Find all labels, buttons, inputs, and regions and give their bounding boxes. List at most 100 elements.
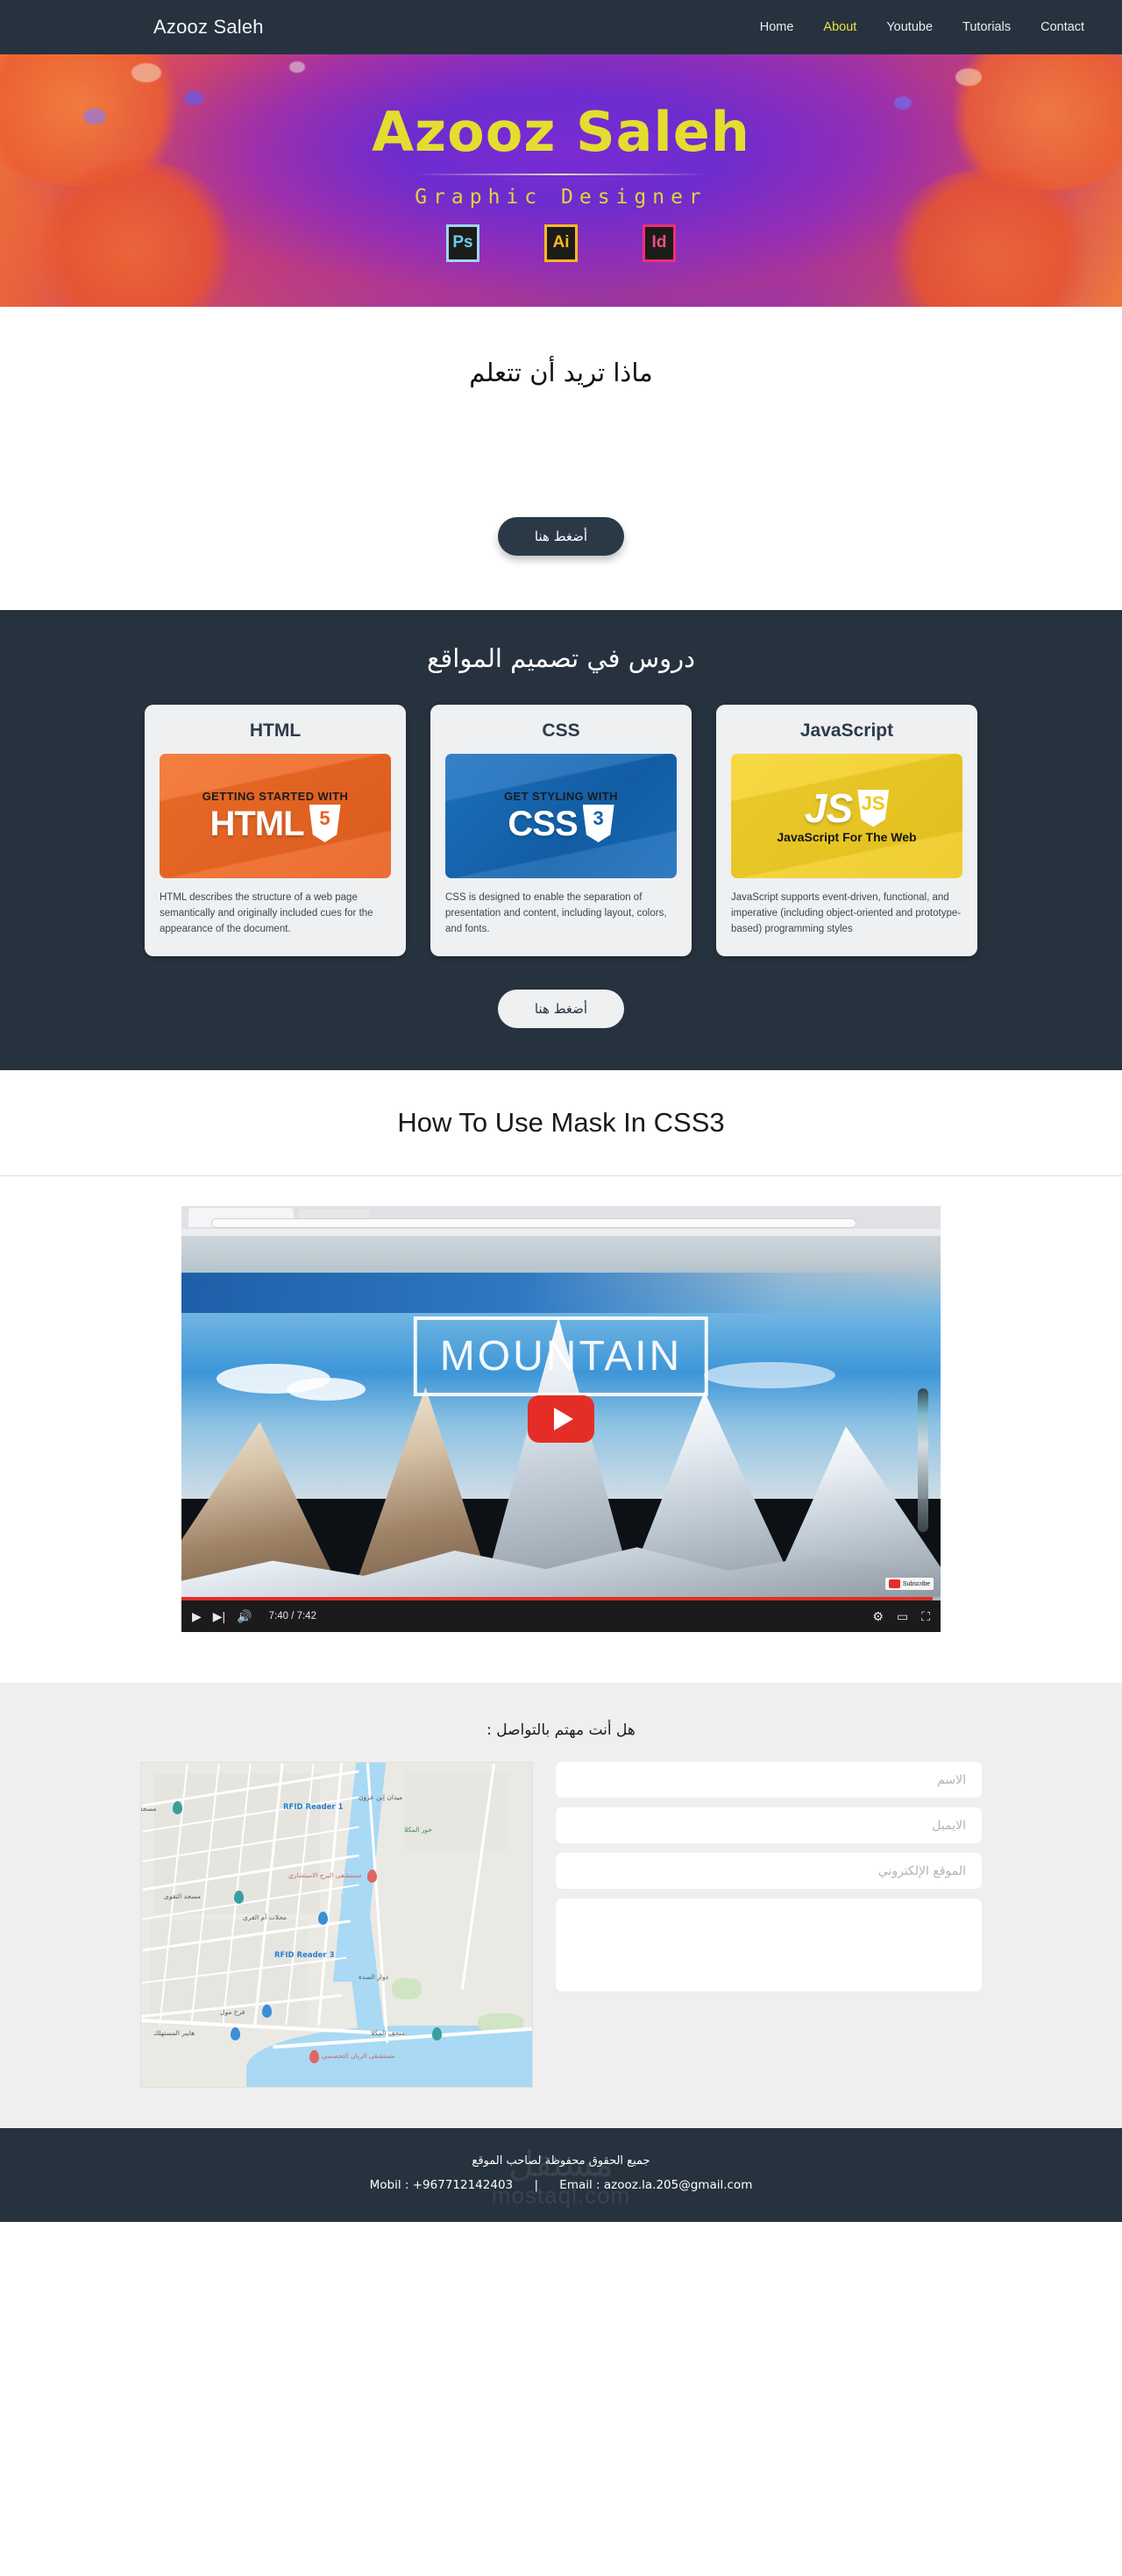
learn-section: ماذا تريد أن تتعلم أضغط هنا [0, 307, 1122, 610]
card-banner-javascript: JS JS JavaScript For The Web [731, 754, 962, 878]
html5-shield-icon: 5 [309, 805, 341, 842]
card-banner-html: GETTING STARTED WITH HTML 5 [160, 754, 391, 878]
website-input[interactable] [556, 1853, 982, 1890]
nav-link-home[interactable]: Home [760, 20, 794, 34]
video-controls-right: ⚙ ▭ ⛶ [872, 1610, 930, 1622]
play-triangle-icon [553, 1408, 573, 1431]
page-root: Azooz Saleh Home About Youtube Tutorials… [0, 0, 1122, 2223]
hero-divider [414, 173, 708, 175]
banner-word-javascript: JS [804, 785, 853, 831]
map-pin-hyper [231, 2027, 240, 2041]
contact-row: مسجد RFID Reader 1 ميدان إبن عزون خور ال… [0, 1762, 1122, 2089]
map-pin-museum [432, 2027, 442, 2041]
map-label-dawar: دوار السدة [359, 1973, 388, 1982]
contact-title: هل أنت مهتم بالتواصل : [486, 1721, 636, 1740]
banner-caption-javascript: JavaScript For The Web [777, 830, 917, 844]
settings-gear-icon[interactable]: ⚙ [872, 1610, 884, 1622]
video-title: How To Use Mask In CSS3 [0, 1107, 1122, 1177]
navbar: Azooz Saleh Home About Youtube Tutorials… [0, 0, 1122, 54]
nav-link-about[interactable]: About [823, 20, 856, 34]
browser-chrome [181, 1206, 941, 1237]
learn-title: ماذا تريد أن تتعلم [469, 358, 653, 387]
map-pin-mosque-1 [173, 1801, 182, 1815]
footer-separator: | [534, 2178, 538, 2193]
map-label-hospital-1: مستشفى البرج الاستشاري [288, 1871, 362, 1880]
email-input[interactable] [556, 1807, 982, 1844]
volume-control-icon[interactable]: 🔊 [237, 1610, 252, 1622]
nav-link-tutorials[interactable]: Tutorials [962, 20, 1011, 34]
map-label-mall: فرح مول [220, 2008, 245, 2017]
lessons-cta-button[interactable]: أضغط هنا [497, 990, 625, 1029]
next-control-icon[interactable]: ▶| [213, 1610, 225, 1622]
map-pin-hospital-2 [309, 2050, 319, 2064]
card-desc-javascript: JavaScript supports event-driven, functi… [731, 892, 962, 934]
illustrator-icon: Ai [544, 224, 578, 262]
subscribe-label: Subscribe [902, 1580, 930, 1587]
message-textarea[interactable] [556, 1898, 982, 1992]
footer-email-value: azooz.la.205@gmail.com [603, 2178, 753, 2193]
banner-kicker-html: GETTING STARTED WITH [202, 790, 349, 803]
video-overlay-title: MOUNTAIN [413, 1316, 709, 1397]
youtube-player[interactable]: MOUNTAIN Subscribe ▶ ▶| 🔊 7:40 / 7:42 ⚙ … [181, 1206, 941, 1633]
map-pin-hospital-1 [367, 1870, 377, 1884]
banner-word-html: HTML [209, 804, 304, 843]
lesson-card-html[interactable]: HTML GETTING STARTED WITH HTML 5 HTML de… [145, 705, 406, 957]
card-banner-css: GET STYLING WITH CSS 3 [445, 754, 677, 878]
lessons-section: دروس في تصميم المواقع HTML GETTING START… [0, 610, 1122, 1071]
map-label-maidan: ميدان إبن عزون [359, 1793, 403, 1802]
hero-subtitle: Graphic Designer [415, 185, 707, 209]
map-pin-mosque-2 [234, 1891, 244, 1905]
fullscreen-icon[interactable]: ⛶ [921, 1610, 930, 1622]
theater-mode-icon[interactable]: ▭ [897, 1610, 908, 1622]
footer-email-label: Email : [559, 2178, 600, 2193]
video-timecode: 7:40 / 7:42 [268, 1611, 316, 1622]
video-section: How To Use Mask In CSS3 MOUNTAIN Subscri… [0, 1070, 1122, 1684]
video-overlay-text: MOUNTAIN [439, 1333, 683, 1380]
video-sky-band [181, 1273, 941, 1314]
hero-content: Azooz Saleh Graphic Designer Ps Ai Id [0, 54, 1122, 307]
js-shield-icon: JS [857, 789, 890, 827]
video-wrapper: MOUNTAIN Subscribe ▶ ▶| 🔊 7:40 / 7:42 ⚙ … [0, 1176, 1122, 1683]
card-title-javascript: JavaScript [799, 720, 894, 741]
css3-logo: CSS 3 [508, 805, 614, 842]
video-controls: ▶ ▶| 🔊 7:40 / 7:42 ⚙ ▭ ⛶ [181, 1600, 941, 1633]
footer-copyright: جميع الحقوق محفوظة لصاحب الموقع [472, 2154, 650, 2168]
video-side-strip [918, 1388, 928, 1533]
learn-cta-button[interactable]: أضغط هنا [497, 517, 625, 556]
nav-link-youtube[interactable]: Youtube [886, 20, 933, 34]
map-label-mosque-2: مسجد التقوى [164, 1892, 202, 1901]
card-desc-css: CSS is designed to enable the separation… [445, 892, 667, 934]
map-label-khor-1: خور المكلا [404, 1826, 432, 1834]
map-label-hyper: هايبر المستهلك [153, 2029, 195, 2038]
map-label-shops: محلات أم القرى [243, 1913, 288, 1922]
lesson-card-javascript[interactable]: JavaScript JS JS JavaScript For The Web … [716, 705, 977, 957]
nav-links: Home About Youtube Tutorials Contact [760, 20, 1084, 34]
lesson-card-css[interactable]: CSS GET STYLING WITH CSS 3 CSS is design… [430, 705, 692, 957]
subscribe-badge[interactable]: Subscribe [884, 1578, 934, 1591]
play-button-icon[interactable] [528, 1395, 594, 1444]
browser-url-bar [211, 1218, 856, 1229]
contact-form [556, 1762, 982, 1992]
map-label-rfid-1: RFID Reader 1 [283, 1803, 344, 1813]
map-park-1 [392, 1978, 422, 2000]
lessons-title: دروس في تصميم المواقع [426, 643, 696, 673]
browser-bookmarks-bar [181, 1229, 941, 1237]
play-control-icon[interactable]: ▶ [192, 1610, 202, 1622]
contact-section: هل أنت مهتم بالتواصل : مسجد RFID Reader … [0, 1683, 1122, 2129]
photoshop-icon: Ps [446, 224, 479, 262]
indesign-icon: Id [643, 224, 676, 262]
map-pin-shops [318, 1912, 328, 1926]
banner-kicker-css: GET STYLING WITH [504, 790, 618, 803]
footer-mobile-label: Mobil : [369, 2178, 409, 2193]
name-input[interactable] [556, 1762, 982, 1799]
brand-title: Azooz Saleh [153, 16, 264, 38]
map-label-rfid-3: RFID Reader 3 [274, 1951, 335, 1961]
js-logo: JS JS [804, 785, 890, 831]
location-map[interactable]: مسجد RFID Reader 1 ميدان إبن عزون خور ال… [140, 1762, 533, 2089]
adobe-badges: Ps Ai Id [446, 224, 676, 262]
nav-link-contact[interactable]: Contact [1040, 20, 1084, 34]
footer: مستقل mostaql.com جميع الحقوق محفوظة لصا… [0, 2128, 1122, 2223]
footer-contact-line: Mobil : +967712142403 | Email : azooz.la… [0, 2178, 1122, 2192]
banner-word-css: CSS [508, 804, 578, 843]
map-label-museum: متحف المكلا [371, 2029, 405, 2038]
